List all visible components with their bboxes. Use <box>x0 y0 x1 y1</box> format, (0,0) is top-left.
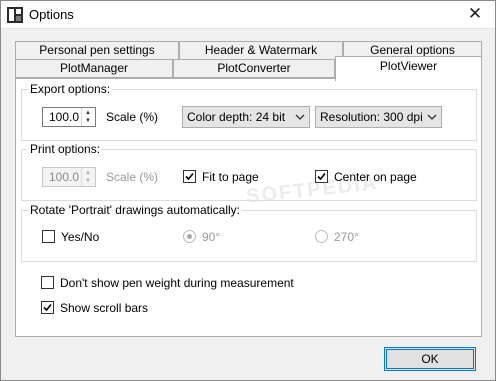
export-scale-label: Scale (%) <box>106 110 159 124</box>
dont-show-pen-weight-checkbox[interactable] <box>41 276 54 289</box>
rotate-portrait-title: Rotate 'Portrait' drawings automatically… <box>28 203 243 217</box>
radio-dot <box>187 234 192 239</box>
show-scroll-bars-checkbox[interactable] <box>41 301 54 314</box>
center-on-page-label[interactable]: Center on page <box>334 170 417 184</box>
print-scale-value: 100.0 <box>48 170 79 184</box>
spin-down-icon[interactable]: ▼ <box>85 118 91 124</box>
spinner-arrows: ▲ ▼ <box>81 168 95 186</box>
export-options-group: Export options: 100.0 ▲ ▼ Scale (%) Colo… <box>21 82 477 141</box>
fit-to-page-label[interactable]: Fit to page <box>202 170 259 184</box>
radio-90-label: 90° <box>202 230 221 244</box>
dont-show-pen-weight-label[interactable]: Don't show pen weight during measurement <box>60 276 294 290</box>
tab-plotviewer[interactable]: PlotViewer <box>335 56 482 81</box>
resolution-value: Resolution: 300 dpi <box>320 110 423 124</box>
plotviewer-panel: SOFTPEDIA Export options: 100.0 ▲ ▼ Scal… <box>15 78 482 337</box>
fit-to-page-checkbox[interactable] <box>183 170 196 183</box>
chevron-down-icon <box>295 114 305 120</box>
tab-plotconverter[interactable]: PlotConverter <box>173 59 335 78</box>
show-scroll-bars-label[interactable]: Show scroll bars <box>60 301 148 315</box>
export-options-title: Export options: <box>28 82 113 96</box>
tab-strip: Personal pen settings Header & Watermark… <box>15 41 482 81</box>
checkmark-icon <box>185 172 194 181</box>
radio-90 <box>183 230 196 243</box>
rotate-yes-no-checkbox[interactable] <box>42 230 55 243</box>
spinner-arrows[interactable]: ▲ ▼ <box>81 108 95 126</box>
print-scale-label: Scale (%) <box>106 170 159 184</box>
spin-down-icon: ▼ <box>85 178 91 184</box>
window-title: Options <box>29 7 74 22</box>
app-icon <box>7 7 23 23</box>
spin-up-icon: ▲ <box>85 170 91 176</box>
export-scale-value: 100.0 <box>48 110 79 124</box>
rotate-yes-no-label[interactable]: Yes/No <box>61 230 99 244</box>
radio-270 <box>315 230 328 243</box>
print-options-title: Print options: <box>28 142 103 156</box>
close-button[interactable]: ✕ <box>455 1 495 29</box>
export-scale-spinner[interactable]: 100.0 ▲ ▼ <box>42 107 96 127</box>
print-scale-spinner: 100.0 ▲ ▼ <box>42 167 96 187</box>
options-dialog: Options ✕ Personal pen settings Header &… <box>0 0 496 381</box>
rotate-portrait-group: Rotate 'Portrait' drawings automatically… <box>21 203 477 262</box>
tab-plotmanager[interactable]: PlotManager <box>15 59 173 78</box>
chevron-down-icon <box>427 114 437 120</box>
tab-header-watermark[interactable]: Header & Watermark <box>179 41 343 59</box>
checkmark-icon <box>43 303 52 312</box>
center-on-page-checkbox[interactable] <box>315 170 328 183</box>
print-options-group: Print options: 100.0 ▲ ▼ Scale (%) Fit t… <box>21 142 477 201</box>
radio-270-label: 270° <box>334 230 359 244</box>
title-bar: Options ✕ <box>1 1 495 29</box>
checkmark-icon <box>317 172 326 181</box>
tab-personal-pen-settings[interactable]: Personal pen settings <box>15 41 179 59</box>
spin-up-icon[interactable]: ▲ <box>85 110 91 116</box>
resolution-dropdown[interactable]: Resolution: 300 dpi <box>315 106 442 128</box>
color-depth-value: Color depth: 24 bit <box>187 110 286 124</box>
color-depth-dropdown[interactable]: Color depth: 24 bit <box>182 106 310 128</box>
ok-button[interactable]: OK <box>384 347 476 371</box>
